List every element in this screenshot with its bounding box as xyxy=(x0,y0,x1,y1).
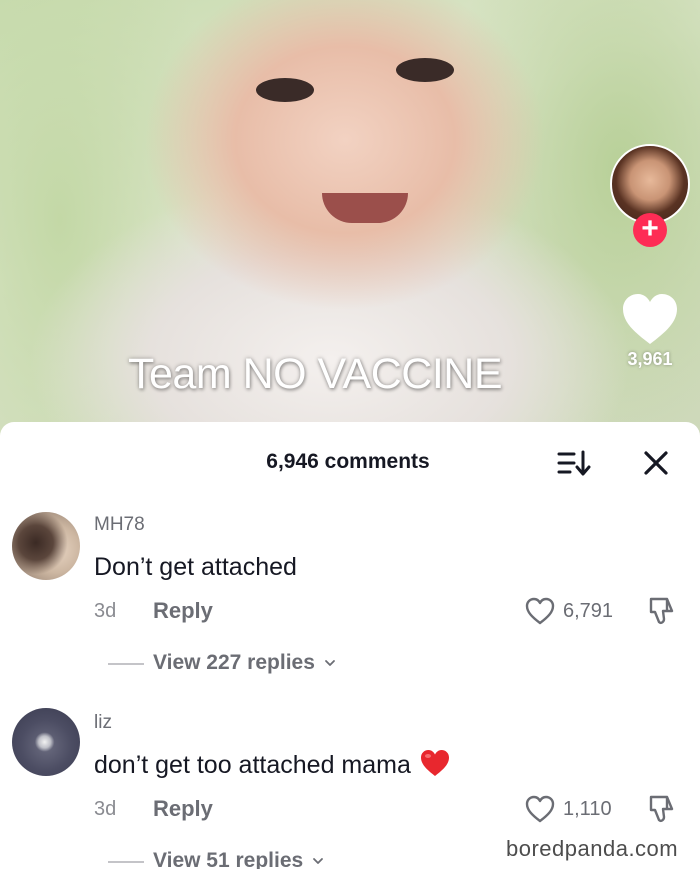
comment-item: MH78 Don’t get attached 3d Reply 6,791 V… xyxy=(0,510,700,680)
video-like-count: 3,961 xyxy=(627,349,673,369)
heart-outline-icon[interactable] xyxy=(524,794,556,824)
comment-text: don’t get too attached mama xyxy=(94,750,451,781)
watermark: boredpanda.com xyxy=(506,836,679,861)
commenter-avatar[interactable] xyxy=(12,708,80,776)
reply-button[interactable]: Reply xyxy=(153,796,213,822)
red-heart-emoji-icon xyxy=(420,750,449,777)
thumbs-down-icon[interactable] xyxy=(645,793,677,825)
sort-icon[interactable] xyxy=(556,448,592,478)
comment-like-count: 1,110 xyxy=(563,798,612,820)
baby-mouth xyxy=(322,193,408,223)
view-replies-button[interactable]: View 227 replies xyxy=(153,651,336,675)
reply-button[interactable]: Reply xyxy=(153,598,213,624)
comment-text: Don’t get attached xyxy=(94,553,297,581)
follow-plus-icon[interactable]: + xyxy=(633,213,667,247)
comment-username[interactable]: liz xyxy=(94,712,112,734)
heart-outline-icon[interactable] xyxy=(524,596,556,626)
view-replies-label: View 51 replies xyxy=(153,849,304,869)
close-icon[interactable] xyxy=(641,448,671,478)
comment-age: 3d xyxy=(94,600,117,622)
comment-username[interactable]: MH78 xyxy=(94,514,145,536)
chevron-down-icon xyxy=(324,660,335,667)
video-player[interactable]: Team NO VACCINE xyxy=(0,0,700,440)
baby-left-eye xyxy=(256,78,314,102)
commenter-avatar[interactable] xyxy=(12,512,80,580)
comment-like-count: 6,791 xyxy=(563,600,614,622)
view-replies-label: View 227 replies xyxy=(153,651,315,674)
chevron-down-icon xyxy=(313,858,323,865)
baby-right-eye xyxy=(396,58,454,82)
comment-age: 3d xyxy=(94,798,117,820)
video-caption-overlay: Team NO VACCINE xyxy=(128,350,503,398)
replies-divider xyxy=(108,663,144,665)
thumbs-down-icon[interactable] xyxy=(645,595,677,627)
replies-divider xyxy=(108,861,144,863)
comment-text-body: don’t get too attached mama xyxy=(94,751,411,779)
view-replies-button[interactable]: View 51 replies xyxy=(153,849,324,869)
heart-icon[interactable] xyxy=(620,292,680,346)
